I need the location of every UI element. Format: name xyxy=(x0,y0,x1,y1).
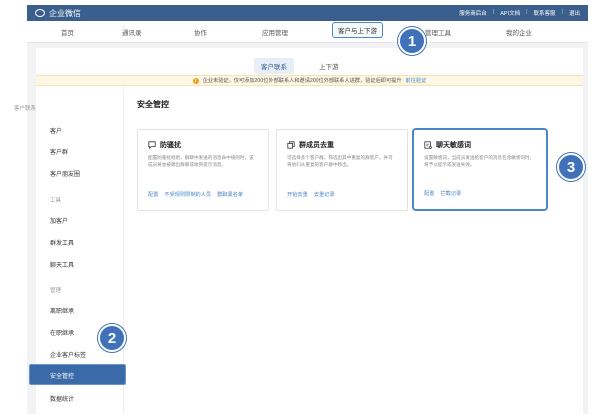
card-member-dedup: 群成员去重 可选择多个客户群，筛选出其中重复的群客户，并可将他们从重复的客户群中… xyxy=(276,129,408,211)
sidebar-item-customer-moments[interactable]: 客户朋友圈 xyxy=(50,169,80,178)
chat-bubble-icon xyxy=(148,141,156,149)
dedup-records-link[interactable]: 去重记录 xyxy=(314,191,335,198)
sidebar-item-customer-tags[interactable]: 企业客户标签 xyxy=(50,350,86,359)
nav-contacts[interactable]: 通讯录 xyxy=(122,27,142,37)
step-badge-3: 3 xyxy=(557,153,585,181)
sidebar-item-mass-message[interactable]: 群发工具 xyxy=(50,238,74,247)
nav-management-tools[interactable]: 管理工具 xyxy=(425,27,451,37)
step-badge-1: 1 xyxy=(398,27,426,55)
card-anti-harassment: 防骚扰 配置防骚扰规则，群聊中发送的消息命中规则时，该成员将会被踢出群聊或收到提… xyxy=(137,129,269,211)
sidebar-item-add-customers[interactable]: 加客户 xyxy=(50,216,68,225)
configure-link[interactable]: 配置 xyxy=(424,190,434,197)
sidebar-group-customer-contact: 客户联系 xyxy=(14,106,37,112)
card-description: 设置敏感词，当成员发送给客户的消息包含敏感词时，将予以提示或发送失败。 xyxy=(424,155,535,167)
sidebar-group-management: 管理 xyxy=(50,288,62,294)
brand[interactable]: 企业微信 xyxy=(35,8,81,19)
configure-link[interactable]: 配置 xyxy=(148,191,158,198)
tab-customer-contact[interactable]: 客户联系 xyxy=(254,58,294,74)
group-blacklist-link[interactable]: 群聊黑名单 xyxy=(217,191,243,198)
tab-upstream-downstream[interactable]: 上下游 xyxy=(312,58,346,74)
notice-text: 企业未验证，仅可添加200位外部联系人和邀请200位外部联系人进群，验证后即可提… xyxy=(202,78,402,84)
start-dedup-link[interactable]: 开始去重 xyxy=(287,191,308,198)
nav-collaboration[interactable]: 协作 xyxy=(194,27,207,37)
exempt-users-link[interactable]: 不受规则限制的人员 xyxy=(164,191,211,198)
sub-tabs: 客户联系 上下游 xyxy=(254,58,346,74)
warning-icon: ! xyxy=(192,77,199,84)
sidebar-item-chat-tools[interactable]: 聊天工具 xyxy=(50,260,74,269)
link-api-docs[interactable]: API文档 xyxy=(500,9,520,17)
card-title: 防骚扰 xyxy=(160,142,181,149)
sidebar-item-onjob-transfer[interactable]: 在职继承 xyxy=(50,328,74,337)
card-description: 配置防骚扰规则，群聊中发送的消息命中规则时，该成员将会被踢出群聊或收到提示消息。 xyxy=(148,155,254,167)
step-badge-2: 2 xyxy=(98,324,126,352)
card-title: 聊天敏感词 xyxy=(436,142,471,149)
verification-notice: ! 企业未验证，仅可添加200位外部联系人和邀请200位外部联系人进群，验证后即… xyxy=(36,75,583,86)
brand-name: 企业微信 xyxy=(49,8,81,18)
sensitive-word-icon xyxy=(424,141,432,149)
sidebar-item-security-control[interactable]: 安全管控 xyxy=(29,364,126,385)
topbar-links: 服务商后台 | API文档 | 联系客服 | 退出 xyxy=(459,9,580,17)
main-nav: 首页 通讯录 协作 应用管理 客户与上下游 管理工具 我的企业 xyxy=(27,21,588,43)
nav-my-enterprise[interactable]: 我的企业 xyxy=(506,27,532,37)
sidebar-group-tools: 工具 xyxy=(50,198,62,204)
link-logout[interactable]: 退出 xyxy=(569,9,580,17)
nav-home[interactable]: 首页 xyxy=(61,27,74,37)
sidebar-item-data-statistics[interactable]: 数据统计 xyxy=(50,394,74,403)
link-service-console[interactable]: 服务商后台 xyxy=(459,9,487,17)
nav-app-management[interactable]: 应用管理 xyxy=(262,27,288,37)
intercept-records-link[interactable]: 拦截记录 xyxy=(440,190,461,197)
card-description: 可选择多个客户群，筛选出其中重复的群客户，并可将他们从重复的客户群中移出。 xyxy=(287,155,393,167)
wecom-logo-icon xyxy=(35,9,45,17)
copy-icon xyxy=(287,141,295,149)
sidebar-item-resigned-transfer[interactable]: 离职继承 xyxy=(50,306,74,315)
top-bar: 企业微信 服务商后台 | API文档 | 联系客服 | 退出 xyxy=(27,5,588,21)
card-sensitive-words: 聊天敏感词 设置敏感词，当成员发送给客户的消息包含敏感词时，将予以提示或发送失败… xyxy=(412,128,548,211)
sidebar-item-customers[interactable]: 客户 xyxy=(50,126,62,135)
card-title: 群成员去重 xyxy=(299,142,334,149)
page-title: 安全管控 xyxy=(137,100,169,109)
sidebar-item-customer-groups[interactable]: 客户群 xyxy=(50,147,68,156)
link-contact-support[interactable]: 联系客服 xyxy=(534,9,556,17)
nav-customers[interactable]: 客户与上下游 xyxy=(332,22,383,38)
verify-link[interactable]: 前往验证 xyxy=(406,77,427,84)
